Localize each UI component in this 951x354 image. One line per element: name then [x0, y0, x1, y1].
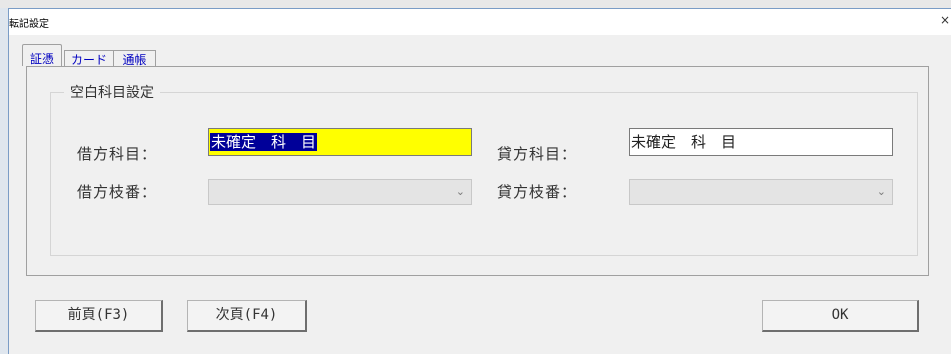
debit-account-label: 借方科目：	[77, 145, 158, 163]
close-icon[interactable]: ×	[939, 13, 951, 27]
background-window-edge	[0, 8, 8, 354]
credit-branch-label: 貸方枝番：	[497, 183, 578, 201]
prev-page-button[interactable]: 前頁(F3)	[35, 300, 163, 332]
debit-account-input[interactable]: 未確定 科 目	[208, 128, 472, 156]
blank-account-settings-group	[50, 92, 918, 256]
debit-account-value: 未確定 科 目	[210, 133, 318, 151]
credit-branch-select[interactable]: ⌄	[629, 179, 893, 205]
group-title: 空白科目設定	[64, 84, 160, 102]
next-page-button[interactable]: 次頁(F4)	[187, 300, 307, 332]
credit-account-label: 貸方科目：	[497, 145, 578, 163]
chevron-down-icon: ⌄	[455, 185, 465, 198]
ok-button[interactable]: OK	[762, 300, 919, 332]
title-bar: 転記設定 ×	[9, 9, 951, 35]
debit-branch-label: 借方枝番：	[77, 183, 158, 201]
credit-account-input[interactable]: 未確定 科 目	[629, 128, 893, 156]
tab-voucher[interactable]: 証憑	[22, 44, 62, 66]
window-title: 転記設定	[9, 19, 49, 30]
debit-branch-select[interactable]: ⌄	[208, 179, 472, 205]
chevron-down-icon: ⌄	[876, 185, 886, 198]
